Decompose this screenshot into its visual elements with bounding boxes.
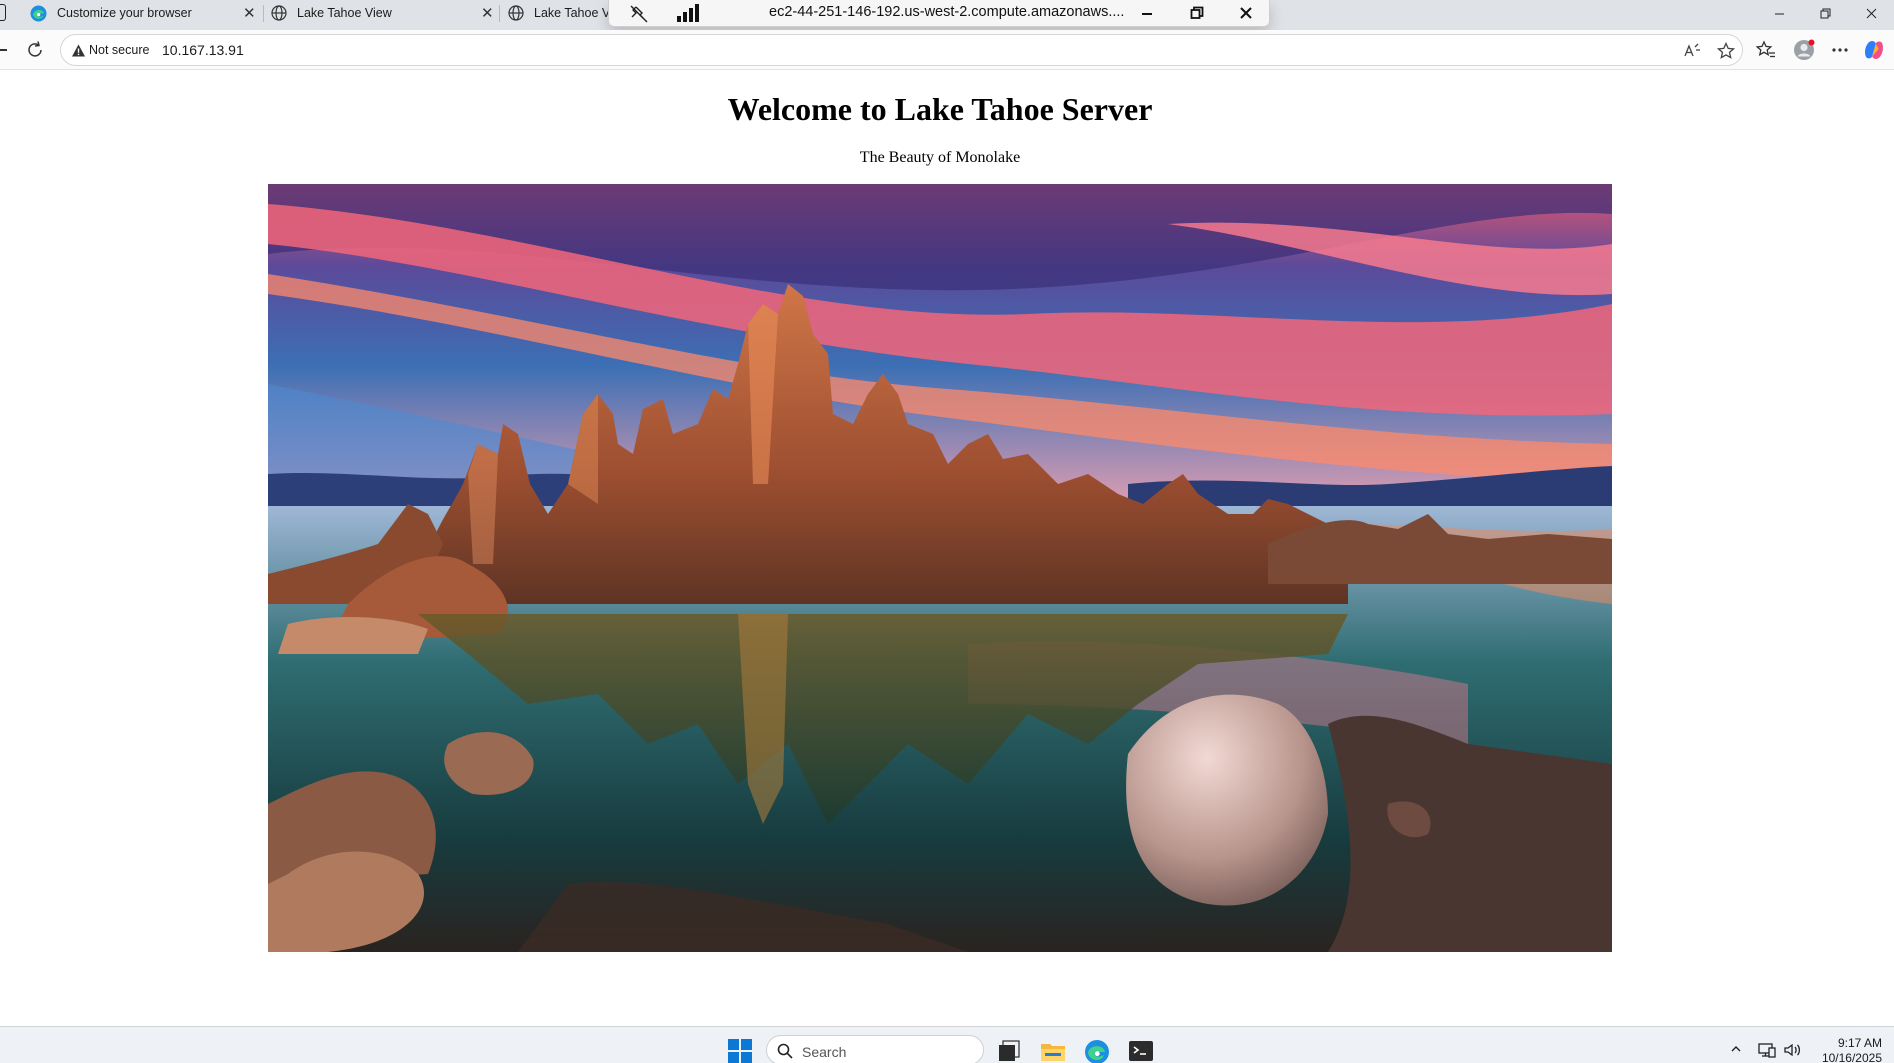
reload-icon[interactable]	[24, 39, 46, 61]
terminal-icon[interactable]	[1128, 1039, 1154, 1063]
address-bar[interactable]: Not secure 10.167.13.91	[60, 34, 1743, 66]
remote-close-button[interactable]	[1234, 2, 1258, 24]
remote-host-name: ec2-44-251-146-192.us-west-2.compute.ama…	[769, 4, 1125, 20]
sidebar-toggle-icon[interactable]	[0, 4, 6, 21]
search-placeholder: Search	[802, 1044, 847, 1060]
page-subtitle: The Beauty of Monolake	[859, 149, 1021, 166]
close-tab-icon[interactable]: ✕	[243, 4, 256, 22]
taskbar-search-box[interactable]: Search	[766, 1035, 984, 1063]
mono-lake-tufa-photo	[268, 184, 1612, 952]
tab-lake-tahoe-view-2[interactable]: Lake Tahoe Vi	[508, 0, 608, 26]
close-tab-icon[interactable]: ✕	[481, 4, 494, 22]
page-title: Welcome to Lake Tahoe Server	[727, 91, 1153, 127]
clock-date: 10/16/2025	[1821, 1051, 1882, 1063]
tab-lake-tahoe-view[interactable]: Lake Tahoe View ✕	[270, 0, 496, 26]
remote-connection-bar: ec2-44-251-146-192.us-west-2.compute.ama…	[608, 0, 1270, 27]
taskbar-clock[interactable]: 9:17 AM 10/16/2025	[1810, 1036, 1882, 1063]
browser-toolbar: Not secure 10.167.13.91	[0, 30, 1894, 70]
web-page: Welcome to Lake Tahoe Server The Beauty …	[0, 71, 1894, 1026]
task-view-icon[interactable]	[996, 1039, 1022, 1063]
back-arrow-icon[interactable]	[0, 49, 7, 51]
globe-icon	[508, 5, 524, 22]
windows-start-icon[interactable]	[728, 1039, 752, 1063]
read-aloud-icon[interactable]	[1682, 41, 1702, 61]
unpin-icon[interactable]	[629, 4, 649, 24]
tab-title: Customize your browser	[57, 6, 192, 20]
tab-title: Lake Tahoe Vi	[534, 6, 608, 20]
copilot-icon[interactable]	[1863, 39, 1885, 61]
file-explorer-icon[interactable]	[1040, 1039, 1066, 1063]
tab-separator	[499, 5, 500, 22]
security-status-label[interactable]: Not secure	[89, 43, 149, 57]
edge-browser-icon[interactable]	[1084, 1039, 1110, 1063]
clock-time: 9:17 AM	[1837, 1036, 1882, 1050]
windows-taskbar: Search 9:17 AM 10/16/2025	[0, 1026, 1894, 1063]
tab-separator	[263, 5, 264, 22]
more-menu-icon[interactable]	[1829, 39, 1851, 61]
tab-customize-browser[interactable]: Customize your browser ✕	[30, 0, 260, 26]
url-text[interactable]: 10.167.13.91	[162, 42, 244, 58]
warning-icon[interactable]	[71, 43, 86, 58]
search-icon	[777, 1043, 793, 1059]
favorites-icon[interactable]	[1755, 39, 1777, 61]
globe-icon	[270, 5, 287, 22]
remote-restore-button[interactable]	[1185, 2, 1209, 24]
volume-icon[interactable]	[1783, 1042, 1801, 1060]
edge-icon	[30, 5, 47, 22]
window-minimize-button[interactable]	[1756, 0, 1802, 26]
hero-image	[268, 184, 1612, 952]
profile-avatar-icon[interactable]	[1793, 39, 1815, 61]
remote-minimize-button[interactable]	[1135, 2, 1159, 24]
window-restore-button[interactable]	[1802, 0, 1848, 26]
network-icon[interactable]	[1758, 1042, 1776, 1060]
show-hidden-icons-chevron[interactable]	[1729, 1042, 1747, 1060]
window-controls	[1756, 0, 1894, 26]
tab-title: Lake Tahoe View	[297, 6, 392, 20]
window-close-button[interactable]	[1848, 0, 1894, 26]
signal-strength-icon[interactable]	[676, 3, 700, 23]
favorite-star-icon[interactable]	[1716, 41, 1736, 61]
